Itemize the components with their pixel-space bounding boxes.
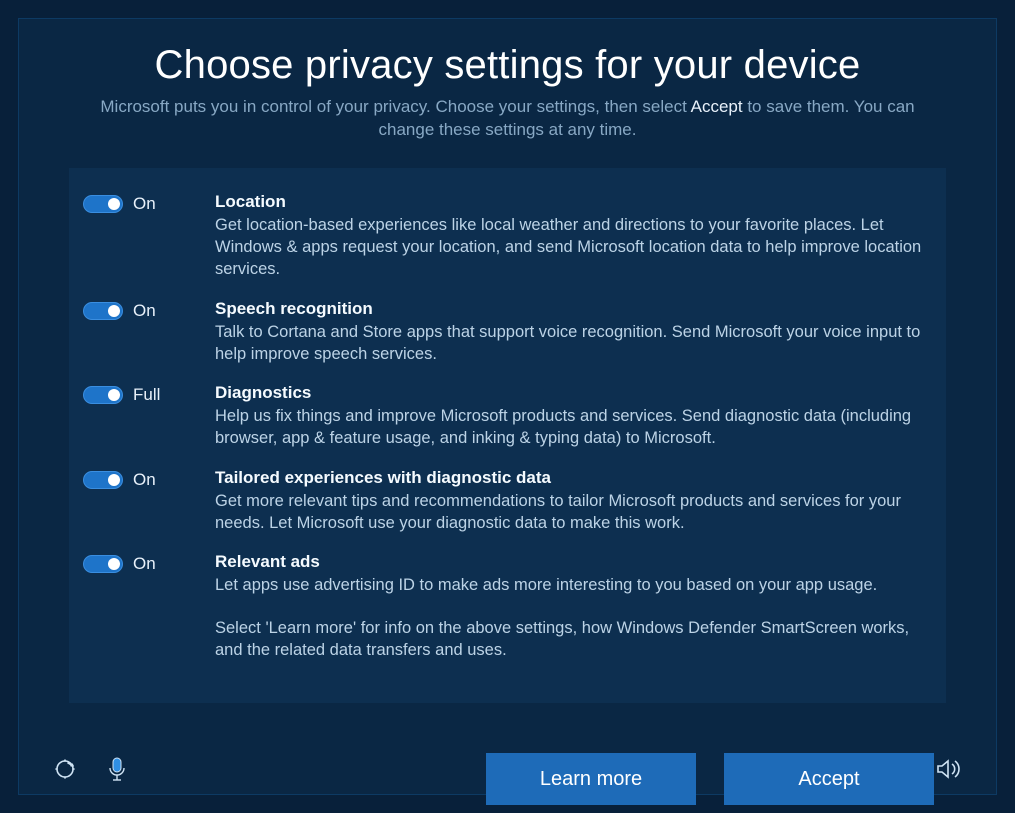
toggle-location[interactable] (83, 195, 123, 213)
toggle-diagnostics[interactable] (83, 386, 123, 404)
option-ads-desc: Let apps use advertising ID to make ads … (215, 574, 924, 596)
toggle-tailored-state: On (133, 470, 156, 490)
option-speech: On Speech recognition Talk to Cortana an… (83, 293, 932, 378)
option-ads: On Relevant ads Let apps use advertising… (83, 546, 932, 673)
option-location-title: Location (215, 192, 924, 212)
ease-of-access-icon[interactable] (53, 757, 77, 781)
page-subtitle: Microsoft puts you in control of your pr… (79, 96, 936, 142)
option-tailored-title: Tailored experiences with diagnostic dat… (215, 468, 924, 488)
option-tailored-desc: Get more relevant tips and recommendatio… (215, 490, 924, 535)
settings-panel: On Location Get location-based experienc… (69, 168, 946, 703)
page-title: Choose privacy settings for your device (79, 43, 936, 88)
option-location-desc: Get location-based experiences like loca… (215, 214, 924, 281)
toggle-ads-state: On (133, 554, 156, 574)
toggle-tailored[interactable] (83, 471, 123, 489)
oobe-privacy-frame: Choose privacy settings for your device … (18, 18, 997, 795)
toggle-location-state: On (133, 194, 156, 214)
option-ads-title: Relevant ads (215, 552, 924, 572)
option-diagnostics: Full Diagnostics Help us fix things and … (83, 377, 932, 462)
settings-footnote: Select 'Learn more' for info on the abov… (215, 597, 924, 662)
toggle-diagnostics-state: Full (133, 385, 160, 405)
option-diagnostics-title: Diagnostics (215, 383, 924, 403)
cortana-mic-icon[interactable] (107, 756, 127, 782)
toggle-speech-state: On (133, 301, 156, 321)
option-speech-desc: Talk to Cortana and Store apps that supp… (215, 321, 924, 366)
option-location: On Location Get location-based experienc… (83, 186, 932, 293)
header: Choose privacy settings for your device … (19, 19, 996, 154)
volume-icon[interactable] (936, 758, 962, 780)
subtitle-accept-word: Accept (691, 97, 743, 116)
toggle-speech[interactable] (83, 302, 123, 320)
bottom-tray (53, 756, 962, 782)
option-speech-title: Speech recognition (215, 299, 924, 319)
button-row: Learn more Accept (19, 703, 996, 805)
toggle-ads[interactable] (83, 555, 123, 573)
option-diagnostics-desc: Help us fix things and improve Microsoft… (215, 405, 924, 450)
subtitle-pre: Microsoft puts you in control of your pr… (100, 97, 690, 116)
option-tailored: On Tailored experiences with diagnostic … (83, 462, 932, 547)
